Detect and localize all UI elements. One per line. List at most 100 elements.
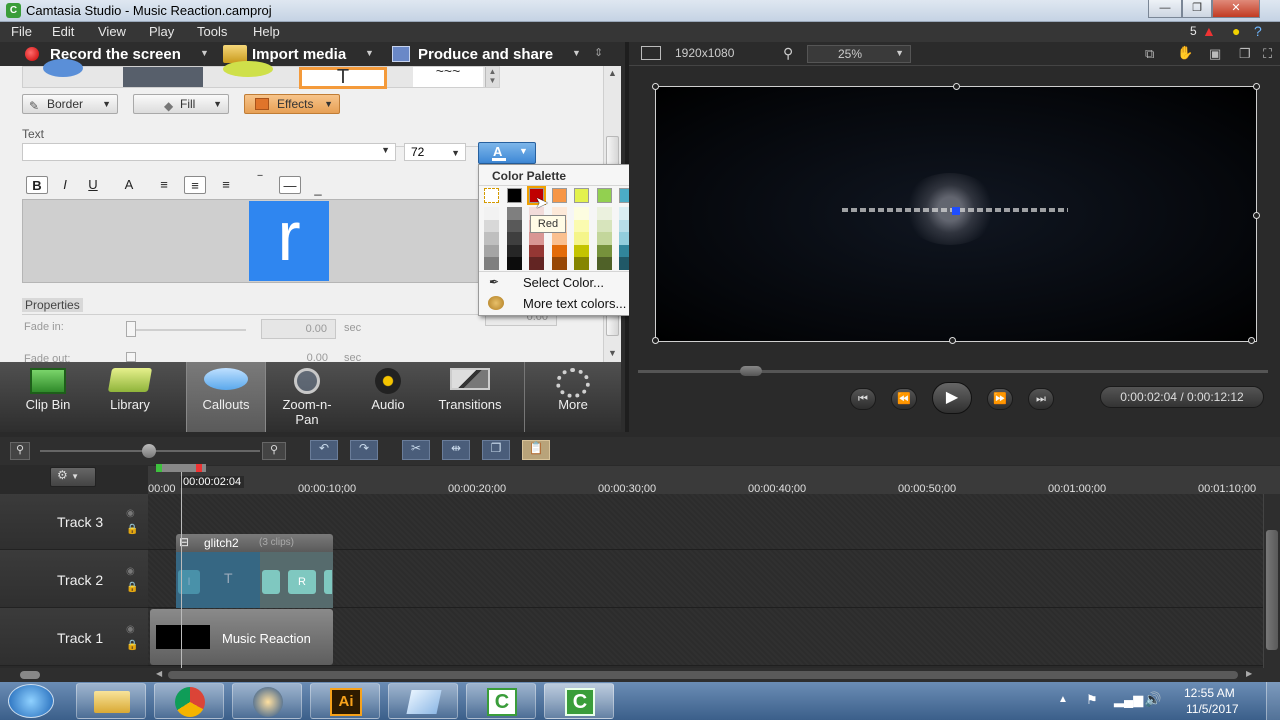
color-swatch[interactable]	[551, 244, 567, 257]
undo-icon[interactable]: ↶	[310, 440, 338, 460]
resize-handle[interactable]	[1248, 337, 1255, 344]
color-swatch[interactable]	[506, 207, 522, 220]
color-swatch[interactable]	[596, 257, 612, 270]
track-2-header[interactable]: Track 2 ◉ 🔒	[0, 550, 148, 608]
taskbar-app[interactable]	[388, 683, 458, 719]
fade-in-slider[interactable]	[130, 329, 246, 331]
color-swatch[interactable]	[574, 188, 589, 203]
eye-icon[interactable]: ◉	[126, 566, 135, 577]
taskbar-app[interactable]	[232, 683, 302, 719]
shape-thumbnail[interactable]	[123, 67, 203, 87]
resize-handle[interactable]	[652, 83, 659, 90]
taskbar-chrome[interactable]	[154, 683, 224, 719]
text-color-button[interactable]: A ▼	[478, 142, 536, 164]
crop-icon[interactable]: ⧉	[1145, 46, 1154, 62]
detach-icon[interactable]: ❐	[1239, 46, 1251, 62]
align-center-icon[interactable]: ≡	[184, 176, 206, 194]
scrollbar-thumb[interactable]	[1266, 530, 1278, 650]
color-swatch[interactable]	[484, 257, 499, 270]
fullscreen-icon[interactable]: ⛶	[1263, 46, 1272, 62]
video-clip-selected[interactable]: T	[176, 552, 260, 608]
help-icon[interactable]: ?	[1254, 23, 1262, 39]
resolution-dropdown[interactable]: 1920x1080	[675, 46, 734, 60]
valign-bottom-icon[interactable]: _	[307, 180, 329, 198]
valign-middle-icon[interactable]: —	[279, 176, 301, 194]
menu-tools[interactable]: Tools	[197, 24, 227, 39]
playhead-line[interactable]	[181, 472, 182, 668]
preview-seek-bar[interactable]	[638, 370, 1268, 373]
rewind-icon[interactable]: ⏪	[891, 388, 917, 410]
text-outline-button[interactable]: A	[118, 176, 140, 194]
color-swatch[interactable]	[574, 244, 589, 257]
group-clip-body[interactable]: I T R	[176, 552, 333, 608]
color-swatch[interactable]	[596, 232, 612, 245]
color-swatch[interactable]	[484, 232, 499, 245]
menu-help[interactable]: Help	[253, 24, 280, 39]
fit-icon[interactable]: ▣	[1209, 46, 1221, 62]
taskbar-illustrator[interactable]: Ai	[310, 683, 380, 719]
scroll-right-icon[interactable]: ▶	[1246, 669, 1252, 678]
color-swatch[interactable]	[506, 257, 522, 270]
resize-handle[interactable]	[652, 337, 659, 344]
color-swatch[interactable]	[484, 219, 499, 232]
preview-canvas[interactable]	[652, 83, 1260, 344]
lock-icon[interactable]: 🔒	[126, 524, 138, 535]
color-swatch[interactable]	[506, 219, 522, 232]
fade-in-input[interactable]: 0.00	[261, 319, 336, 339]
align-left-icon[interactable]: ≡	[153, 176, 175, 194]
clock-time[interactable]: 12:55 AM	[1184, 686, 1235, 700]
zoom-n-pan-tab[interactable]: Zoom-n- Pan	[268, 362, 346, 432]
resize-handle[interactable]	[953, 83, 960, 90]
show-desktop-button[interactable]	[1266, 682, 1280, 720]
color-swatch[interactable]	[529, 244, 544, 257]
fast-forward-icon[interactable]: ⏩	[987, 388, 1013, 410]
color-swatch[interactable]	[484, 207, 499, 220]
color-swatch[interactable]	[506, 244, 522, 257]
more-text-colors-menu-item[interactable]: More text colors...	[523, 296, 626, 311]
color-swatch[interactable]	[529, 232, 544, 245]
track-1-header[interactable]: Track 1 ◉ 🔒	[0, 608, 148, 666]
color-swatch[interactable]	[551, 257, 567, 270]
screen-size-icon[interactable]	[641, 46, 661, 60]
seek-thumb[interactable]	[740, 366, 762, 376]
more-tab[interactable]: More	[534, 362, 612, 432]
font-family-dropdown[interactable]: ▼	[22, 143, 396, 161]
color-swatch[interactable]	[551, 232, 567, 245]
library-tab[interactable]: Library	[92, 362, 168, 432]
timeline-horizontal-scrollbar[interactable]: ◀ ▶	[0, 668, 1280, 682]
color-swatch[interactable]	[596, 188, 612, 203]
resize-handle[interactable]	[1253, 212, 1260, 219]
eye-icon[interactable]: ◉	[126, 508, 135, 519]
align-right-icon[interactable]: ≡	[215, 176, 237, 194]
shape-thumbnail-selected[interactable]: T	[299, 67, 387, 89]
lightbulb-icon[interactable]: ●	[1232, 23, 1240, 39]
color-swatch[interactable]	[596, 207, 612, 220]
lock-icon[interactable]: 🔒	[126, 582, 138, 593]
warning-icon[interactable]: ▲	[1202, 23, 1216, 39]
resize-handle[interactable]	[949, 337, 956, 344]
fill-button[interactable]: ◆ Fill ▼	[133, 94, 229, 114]
scrollbar-thumb[interactable]	[168, 671, 1238, 679]
chevron-down-icon[interactable]: ▼	[200, 48, 209, 58]
callout-shape-gallery[interactable]: T ~~~ ▲ ▼	[22, 59, 500, 89]
restore-button[interactable]: ❐	[1182, 0, 1212, 18]
taskbar-camtasia-studio[interactable]: C	[544, 683, 614, 719]
callout-clip[interactable]	[324, 570, 332, 594]
taskbar-camtasia-recorder[interactable]: C	[466, 683, 536, 719]
menu-file[interactable]: File	[11, 24, 32, 39]
callout-clip[interactable]	[262, 570, 280, 594]
group-clip-header[interactable]: ⊟ glitch2 (3 clips)	[176, 534, 333, 552]
start-button[interactable]	[8, 684, 54, 718]
color-swatch[interactable]	[596, 244, 612, 257]
taskbar-explorer[interactable]	[76, 683, 146, 719]
chevron-down-icon[interactable]: ▼	[572, 48, 581, 58]
color-swatch[interactable]	[506, 232, 522, 245]
copy-icon[interactable]: ❐	[482, 440, 510, 460]
effects-button[interactable]: Effects ▼	[244, 94, 340, 114]
chevron-down-icon[interactable]: ▼	[365, 48, 374, 58]
color-swatch[interactable]	[484, 244, 499, 257]
paste-icon[interactable]: 📋	[522, 440, 550, 460]
color-swatch[interactable]	[551, 188, 567, 203]
valign-top-icon[interactable]: ‾	[249, 172, 271, 190]
lock-icon[interactable]: 🔒	[126, 640, 138, 651]
